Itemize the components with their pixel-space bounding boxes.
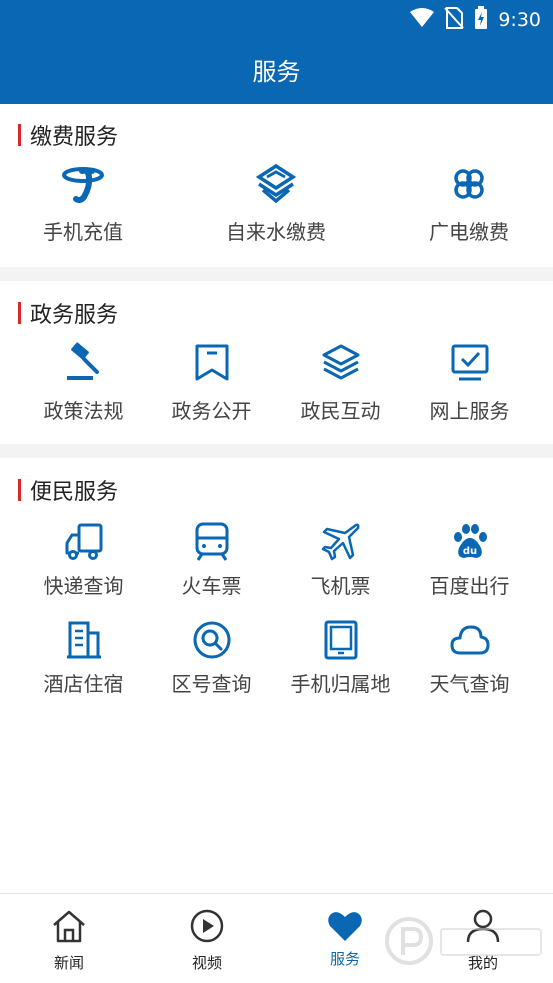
grid-item-mobile-recharge[interactable]: 手机充值 (0, 162, 166, 252)
grid-item-label: 酒店住宿 (43, 672, 124, 696)
grid-item-policies[interactable]: 政策法规 (18, 341, 149, 431)
tablet-icon (319, 618, 363, 662)
home-icon (49, 906, 89, 946)
layers-icon (319, 341, 363, 385)
bookmark-icon (190, 341, 234, 385)
section-header: 政务服务 (18, 300, 119, 328)
grid-item-broadcast-bill[interactable]: 广电缴费 (386, 162, 552, 252)
china-unicom-icon (447, 162, 491, 206)
watermark-logo (383, 905, 553, 975)
section-title: 政务服务 (30, 303, 119, 328)
grid-item-train-ticket[interactable]: 火车票 (146, 520, 277, 600)
train-icon (190, 520, 234, 564)
section-divider (0, 444, 553, 458)
grid-item-label: 飞机票 (310, 574, 371, 598)
grid-item-label: 手机归属地 (290, 672, 391, 696)
grid-item-label: 区号查询 (171, 672, 252, 696)
status-icons: 9:30 (410, 6, 541, 34)
section-title: 便民服务 (30, 480, 119, 505)
grid-item-interaction[interactable]: 政民互动 (275, 341, 406, 431)
tab-news[interactable]: 新闻 (0, 894, 138, 983)
grid-item-label: 网上服务 (429, 399, 510, 423)
grid-item-label: 政策法规 (43, 399, 124, 423)
section-accent-bar (18, 479, 21, 501)
gavel-icon (62, 341, 106, 385)
section-government: 政务服务 政策法规 政务公开 政民互动 网上服务 (0, 281, 553, 444)
tab-label: 新闻 (53, 954, 84, 972)
tab-label: 视频 (191, 954, 222, 972)
page-title: 服务 (252, 58, 301, 86)
monitor-check-icon (448, 341, 492, 385)
search-circle-icon (190, 618, 234, 662)
grid-item-label: 百度出行 (429, 574, 510, 598)
grid-item-online-service[interactable]: 网上服务 (404, 341, 535, 431)
cloud-icon (448, 618, 492, 662)
grid-item-flight-ticket[interactable]: 飞机票 (275, 520, 406, 600)
status-bar: 9:30 (0, 0, 553, 40)
grid-item-area-code[interactable]: 区号查询 (146, 618, 277, 698)
section-title: 缴费服务 (30, 125, 119, 150)
section-accent-bar (18, 124, 21, 146)
grid-item-phone-location[interactable]: 手机归属地 (275, 618, 406, 698)
truck-icon (62, 520, 106, 564)
section-divider (0, 267, 553, 281)
baidu-icon: du (448, 520, 492, 564)
grid-item-weather[interactable]: 天气查询 (404, 618, 535, 698)
building-icon (62, 618, 106, 662)
status-time: 9:30 (498, 9, 541, 31)
section-accent-bar (18, 302, 21, 324)
no-sim-icon (444, 7, 465, 33)
grid-item-express[interactable]: 快递查询 (18, 520, 149, 600)
grid-item-hotel[interactable]: 酒店住宿 (18, 618, 149, 698)
china-mobile-icon (254, 162, 298, 206)
battery-charging-icon (474, 6, 488, 34)
grid-item-label: 政务公开 (171, 399, 252, 423)
app-bar: 服务 (0, 40, 553, 104)
wifi-icon (410, 8, 435, 32)
section-payment: 缴费服务 手机充值 自来水缴费 广电缴费 (0, 104, 553, 267)
section-header: 缴费服务 (18, 122, 119, 150)
airplane-icon (319, 520, 363, 564)
heart-icon (325, 906, 365, 946)
section-convenience: 便民服务 快递查询 火车票 飞机票 du 百度出行 酒店住宿 区号查询 手机归属… (0, 458, 553, 708)
section-header: 便民服务 (18, 477, 119, 505)
grid-item-label: 手机充值 (43, 220, 123, 244)
grid-item-label: 快递查询 (43, 574, 124, 598)
tab-video[interactable]: 视频 (138, 894, 276, 983)
grid-item-label: 天气查询 (429, 672, 510, 696)
grid-item-label: 火车票 (181, 574, 242, 598)
grid-item-label: 广电缴费 (429, 220, 509, 244)
grid-item-gov-disclosure[interactable]: 政务公开 (146, 341, 277, 431)
grid-item-water-bill[interactable]: 自来水缴费 (193, 162, 359, 252)
grid-item-label: 政民互动 (300, 399, 381, 423)
china-telecom-icon (61, 162, 105, 206)
play-circle-icon (187, 906, 227, 946)
grid-item-label: 自来水缴费 (226, 220, 326, 244)
grid-item-baidu-travel[interactable]: du 百度出行 (404, 520, 535, 600)
svg-text:du: du (462, 546, 476, 557)
